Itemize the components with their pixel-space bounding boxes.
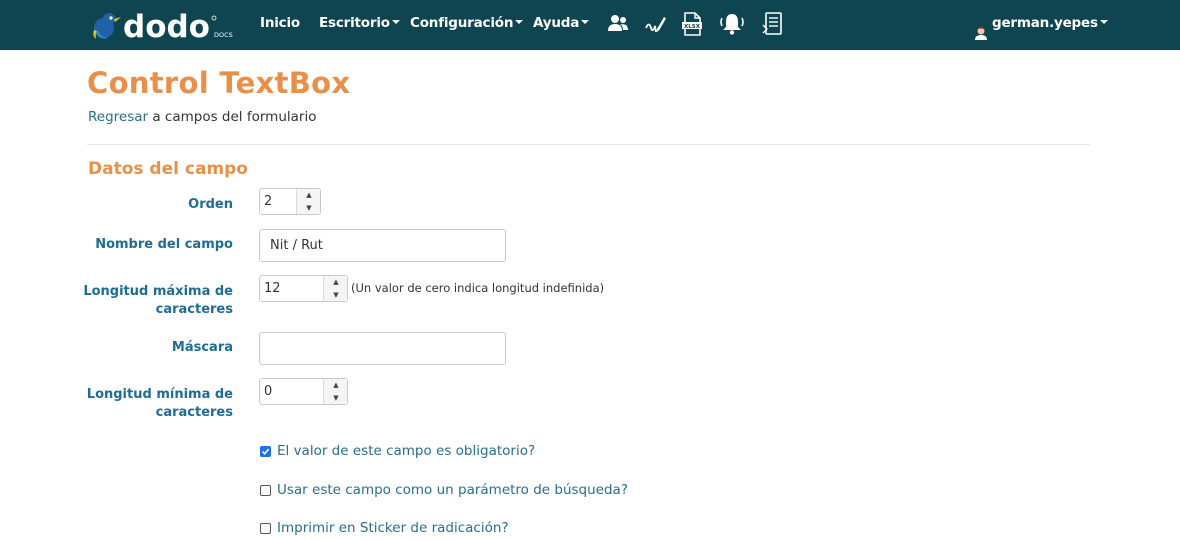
long-max-stepper[interactable]: 12 ▲ ▼ (259, 275, 348, 302)
caret-down-icon (1099, 20, 1108, 24)
breadcrumb: Regresar a campos del formulario (88, 109, 316, 125)
long-max-label: Longitud máxima de caracteres (83, 283, 233, 319)
user-menu[interactable]: german.yepes (973, 0, 1108, 50)
long-max-spin-buttons: ▲ ▼ (323, 276, 347, 301)
orden-stepper[interactable]: 2 ▲ ▼ (259, 188, 321, 215)
nombre-label: Nombre del campo (95, 237, 233, 252)
long-min-value: 0 (264, 384, 273, 399)
svg-text:dodo: dodo (123, 9, 210, 44)
spin-up-icon[interactable]: ▲ (297, 189, 321, 202)
avatar (973, 14, 989, 40)
top-navbar: dodo DOCS Inicio Escritorio Configuració… (0, 0, 1180, 50)
section-title: Datos del campo (88, 159, 248, 179)
signature-icon[interactable] (643, 11, 669, 37)
caret-down-icon (581, 20, 590, 24)
long-max-hint: (Un valor de cero indica longitud indefi… (351, 281, 605, 295)
divider (87, 144, 1090, 145)
nav-ayuda-label: Ayuda (533, 15, 580, 31)
svg-text:XLSX: XLSX (684, 24, 701, 30)
document-icon[interactable] (760, 11, 786, 37)
breadcrumb-text: a campos del formulario (148, 109, 317, 125)
spin-down-icon[interactable]: ▼ (297, 202, 321, 215)
nav-configuracion[interactable]: Configuración (410, 0, 524, 50)
mascara-field[interactable] (259, 332, 506, 365)
spin-up-icon[interactable]: ▲ (324, 379, 348, 392)
nav-ayuda[interactable]: Ayuda (533, 0, 590, 50)
orden-spin-buttons: ▲ ▼ (296, 189, 320, 214)
orden-label: Orden (188, 197, 233, 212)
search-param-checkbox-row[interactable]: Usar este campo como un parámetro de bús… (260, 482, 628, 498)
long-max-label-line2: caracteres (155, 302, 233, 317)
long-min-label: Longitud mínima de caracteres (87, 386, 233, 422)
dodo-logo[interactable]: dodo DOCS (90, 6, 240, 44)
nav-configuracion-label: Configuración (410, 15, 514, 31)
xlsx-file-icon[interactable]: XLSX (679, 11, 705, 37)
nombre-value: Nit / Rut (270, 238, 323, 253)
spin-down-icon[interactable]: ▼ (324, 289, 348, 302)
sticker-checkbox[interactable] (260, 522, 271, 534)
nav-escritorio[interactable]: Escritorio (319, 0, 400, 50)
search-param-checkbox-label: Usar este campo como un parámetro de bús… (277, 482, 628, 498)
nav-inicio[interactable]: Inicio (260, 0, 300, 50)
spin-up-icon[interactable]: ▲ (324, 276, 348, 289)
long-min-stepper[interactable]: 0 ▲ ▼ (259, 378, 348, 405)
long-max-value: 12 (264, 281, 281, 296)
nav-escritorio-label: Escritorio (319, 15, 390, 31)
page-title: Control TextBox (87, 66, 351, 100)
nombre-field[interactable]: Nit / Rut (259, 229, 506, 262)
sticker-checkbox-row[interactable]: Imprimir en Sticker de radicación? (260, 520, 509, 536)
orden-value: 2 (264, 194, 273, 209)
caret-down-icon (515, 20, 524, 24)
sticker-checkbox-label: Imprimir en Sticker de radicación? (277, 520, 509, 536)
users-icon[interactable] (605, 11, 631, 37)
nav-inicio-label: Inicio (260, 15, 300, 31)
user-name: german.yepes (992, 15, 1098, 31)
long-min-label-line1: Longitud mínima de (86, 387, 233, 402)
mascara-label: Máscara (171, 340, 233, 355)
search-param-checkbox[interactable] (260, 484, 271, 496)
required-checkbox-row[interactable]: El valor de este campo es obligatorio? (260, 443, 535, 459)
caret-down-icon (391, 20, 400, 24)
long-min-spin-buttons: ▲ ▼ (323, 379, 347, 404)
required-checkbox-label: El valor de este campo es obligatorio? (277, 443, 536, 459)
bell-icon[interactable] (718, 11, 744, 37)
spin-down-icon[interactable]: ▼ (324, 392, 348, 405)
required-checkbox[interactable] (260, 445, 271, 457)
long-min-label-line2: caracteres (155, 405, 233, 420)
svg-text:DOCS: DOCS (214, 31, 233, 39)
back-link[interactable]: Regresar (88, 109, 148, 125)
long-max-label-line1: Longitud máxima de (83, 284, 233, 299)
